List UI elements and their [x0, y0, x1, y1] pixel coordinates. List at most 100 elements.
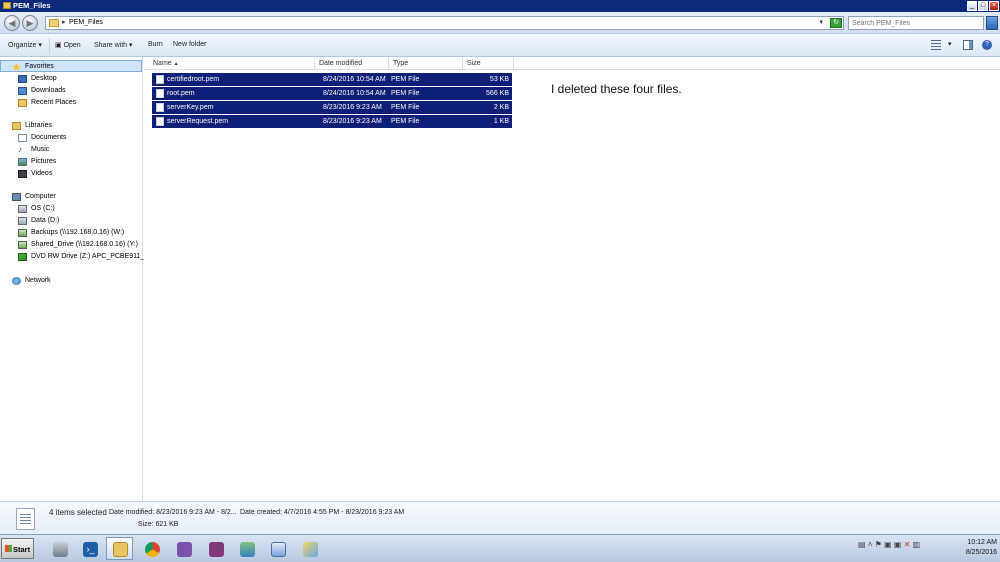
maximize-button[interactable]: □	[978, 1, 988, 11]
chrome-taskbar-button[interactable]	[138, 537, 165, 560]
tray-icon[interactable]: ▣	[894, 540, 902, 549]
windows-logo-icon	[5, 545, 12, 552]
column-header-type[interactable]: Type	[389, 57, 463, 70]
nav-label: Music	[31, 146, 50, 153]
documents-icon	[18, 134, 27, 142]
paint-icon	[303, 542, 318, 557]
show-hidden-icons-icon[interactable]: ˄	[868, 540, 873, 549]
back-button[interactable]: ◀	[4, 15, 20, 31]
downloads-icon	[18, 87, 27, 95]
volume-muted-icon[interactable]: ✕	[904, 540, 911, 549]
file-date: 8/23/2016 9:23 AM	[323, 104, 382, 111]
server-manager-taskbar-button[interactable]	[46, 537, 73, 560]
minimize-button[interactable]: _	[967, 1, 977, 11]
help-icon[interactable]: ?	[982, 40, 992, 50]
nav-label: Network	[25, 277, 51, 284]
file-date: 8/23/2016 9:23 AM	[323, 118, 382, 125]
nav-label: Downloads	[31, 87, 66, 94]
details-date-created: Date created: 4/7/2016 4:55 PM - 8/23/20…	[240, 509, 405, 516]
burn-button[interactable]: Burn	[148, 41, 163, 48]
file-icon	[16, 508, 35, 530]
separator	[49, 38, 50, 53]
breadcrumb-path[interactable]: PEM_Files	[69, 19, 103, 26]
address-dropdown-icon[interactable]: ▾	[819, 18, 823, 26]
nav-label: Backups (\\192.168.0.16) (W:)	[31, 229, 125, 236]
music-icon: ♪	[18, 145, 22, 154]
remote-desktop-taskbar-button[interactable]	[264, 537, 291, 560]
organize-button[interactable]: Organize ▾	[8, 41, 42, 49]
remote-desktop-icon	[271, 542, 286, 557]
preview-pane-icon[interactable]	[963, 40, 973, 50]
open-button[interactable]: ▣ Open	[55, 41, 81, 49]
taskbar-clock[interactable]: 10:12 AM 8/25/2016	[947, 538, 997, 558]
file-date: 8/24/2016 10:54 AM	[323, 76, 386, 83]
change-view-icon[interactable]	[931, 40, 941, 50]
nav-label: Pictures	[31, 158, 57, 165]
open-label: Open	[63, 42, 81, 49]
nav-label: Data (D:)	[31, 217, 60, 224]
column-label: Name	[153, 60, 172, 67]
file-type: PEM File	[391, 90, 420, 97]
column-header-row: Name ▲ Date modified Type Size	[144, 57, 1000, 70]
powershell-icon: ›_	[83, 542, 98, 557]
back-arrow-icon: ◀	[8, 18, 16, 28]
address-bar[interactable]: ▸ PEM_Files ▾	[45, 16, 844, 30]
search-icon[interactable]	[986, 16, 998, 30]
breadcrumb-arrow-icon[interactable]: ▸	[62, 18, 66, 26]
annotation-text: I deleted these four files.	[551, 82, 682, 96]
tray-icon[interactable]: ▤	[858, 540, 866, 549]
computer-icon	[12, 193, 21, 201]
file-list-pane: Name ▲ Date modified Type Size certified…	[144, 57, 1000, 501]
close-button[interactable]: ×	[989, 1, 999, 11]
file-type: PEM File	[391, 118, 420, 125]
nav-label: Documents	[31, 134, 67, 141]
system-tray: ▤ ˄ ⚑ ▣ ▣ ✕ ▥	[858, 540, 920, 549]
libraries-icon	[12, 122, 21, 130]
file-size: 53 KB	[489, 76, 509, 83]
visual-studio-icon	[177, 542, 192, 557]
explorer-taskbar-button[interactable]	[106, 537, 133, 560]
paint-taskbar-button[interactable]	[296, 537, 323, 560]
file-row[interactable]: certifiedroot.pem 8/24/2016 10:54 AM PEM…	[152, 73, 512, 86]
file-icon	[156, 103, 164, 112]
file-icon	[156, 89, 164, 98]
file-date: 8/24/2016 10:54 AM	[323, 90, 386, 97]
forward-button[interactable]: ▶	[22, 15, 38, 31]
tray-icon[interactable]: ▣	[884, 540, 892, 549]
column-header-size[interactable]: Size	[463, 57, 514, 70]
chrome-icon	[145, 542, 160, 557]
nav-label: OS (C:)	[31, 205, 55, 212]
file-type: PEM File	[391, 104, 420, 111]
search-input[interactable]	[849, 17, 969, 29]
drive-icon	[18, 217, 27, 225]
powershell-taskbar-button[interactable]: ›_	[76, 537, 103, 560]
taskbar: Start ›_ ▤ ˄ ⚑ ▣ ▣ ✕ ▥ 10:12 AM 8/25/201…	[0, 534, 1000, 562]
file-row[interactable]: serverRequest.pem 8/23/2016 9:23 AM PEM …	[152, 115, 512, 128]
column-header-date-modified[interactable]: Date modified	[315, 57, 389, 70]
file-row[interactable]: root.pem 8/24/2016 10:54 AM PEM File 566…	[152, 87, 512, 100]
file-row[interactable]: serverKey.pem 8/23/2016 9:23 AM PEM File…	[152, 101, 512, 114]
share-with-label: Share with	[94, 42, 128, 49]
file-name: root.pem	[167, 90, 195, 97]
network-tool-taskbar-button[interactable]	[233, 537, 260, 560]
view-dropdown-icon[interactable]: ▾	[948, 40, 952, 48]
network-tool-icon	[240, 542, 255, 557]
column-header-name[interactable]: Name ▲	[149, 57, 315, 70]
nav-label: Shared_Drive (\\192.168.0.16) (Y:)	[31, 241, 139, 248]
window-title: PEM_Files	[13, 1, 51, 10]
flag-icon[interactable]: ⚑	[875, 540, 882, 549]
new-folder-button[interactable]: New folder	[173, 41, 206, 48]
network-status-icon[interactable]: ▥	[913, 540, 921, 549]
file-type: PEM File	[391, 76, 420, 83]
visual-studio-taskbar-button[interactable]	[170, 537, 197, 560]
onenote-taskbar-button[interactable]	[202, 537, 229, 560]
search-box[interactable]	[848, 16, 984, 30]
network-drive-icon	[18, 229, 27, 237]
start-button[interactable]: Start	[1, 538, 34, 559]
share-with-button[interactable]: Share with ▾	[94, 41, 133, 49]
desktop-icon	[18, 75, 27, 83]
refresh-button[interactable]: ↻	[830, 18, 842, 28]
nav-label: DVD RW Drive (Z:) APC_PCBE911_5	[31, 253, 149, 260]
details-pane: 4 items selected Date modified: 8/23/201…	[0, 501, 1000, 534]
network-drive-icon	[18, 241, 27, 249]
